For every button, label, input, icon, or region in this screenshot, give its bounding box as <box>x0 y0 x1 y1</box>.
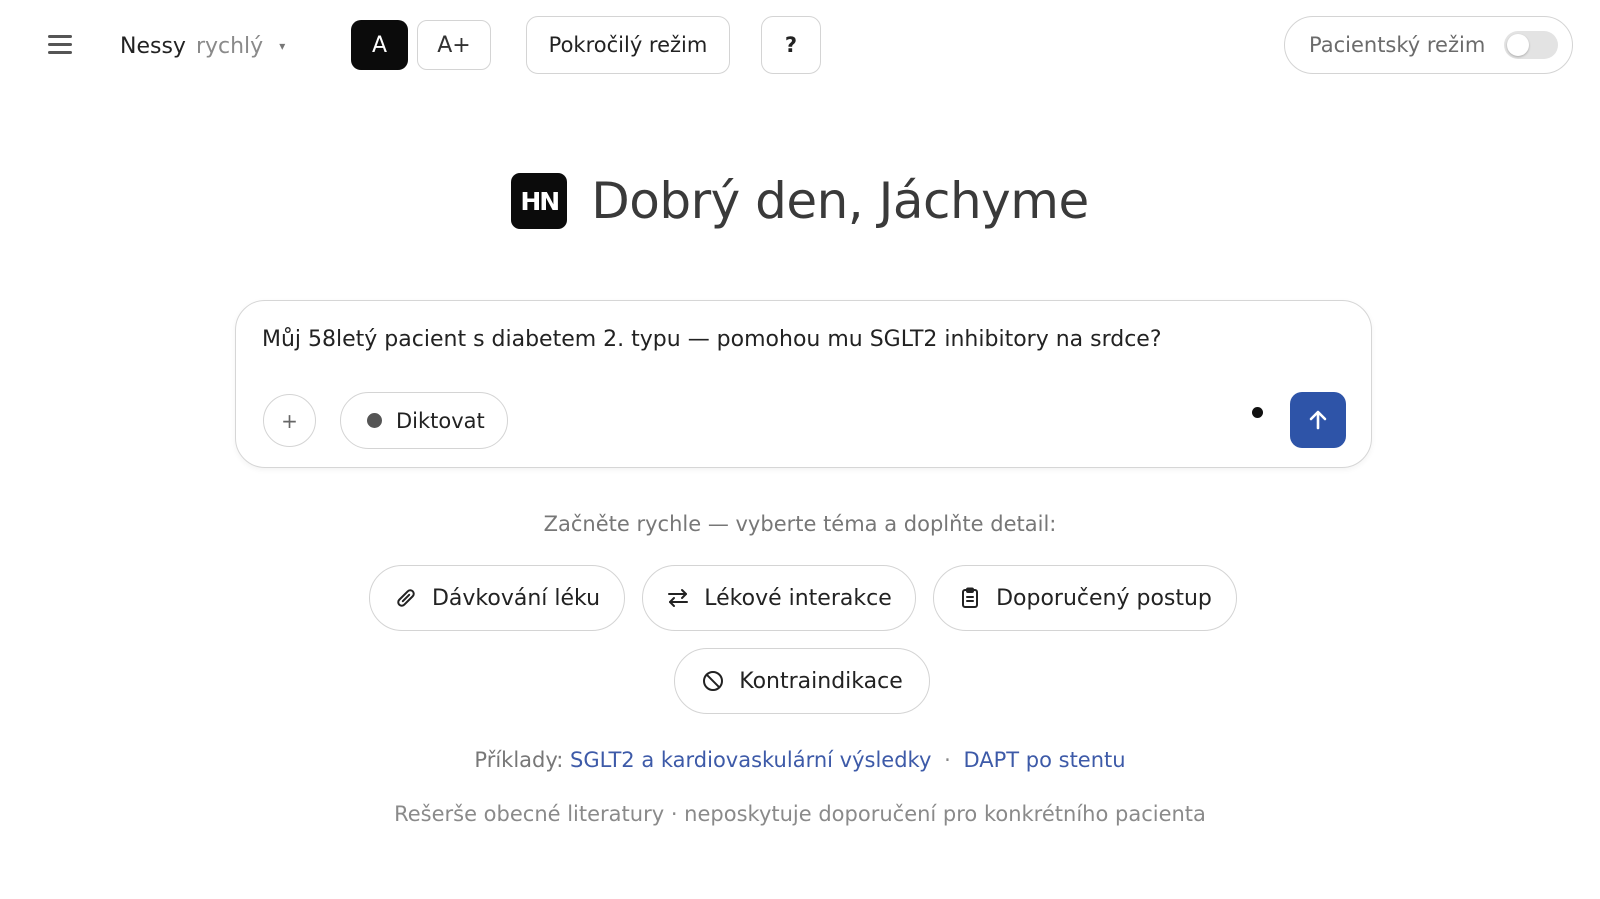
model-variant: rychlý <box>195 33 264 59</box>
model-selector[interactable]: Nessy rychlý ▾ <box>120 30 285 62</box>
patient-mode-toggle[interactable]: Pacientský režim <box>1284 16 1573 74</box>
font-size-normal-button[interactable]: A <box>351 20 408 70</box>
quick-start-hint: Začněte rychle — vyberte téma a doplňte … <box>543 512 1057 536</box>
chip-drug-interactions[interactable]: Lékové interakce <box>642 565 916 631</box>
message-input[interactable] <box>262 327 1342 352</box>
toggle-knob <box>1507 34 1529 56</box>
message-composer: + Diktovat <box>235 300 1372 468</box>
chip-label: Kontraindikace <box>739 668 903 694</box>
arrow-up-icon <box>1309 410 1327 430</box>
send-button[interactable] <box>1290 392 1346 448</box>
model-name: Nessy <box>120 33 186 59</box>
logo-text: HN <box>520 186 560 216</box>
top-bar: Nessy rychlý ▾ A A+ Pokročilý režim ? Pa… <box>0 0 1600 92</box>
example-link-sglt2[interactable]: SGLT2 a kardiovaskulární výsledky <box>570 748 931 772</box>
chip-label: Lékové interakce <box>704 585 892 611</box>
chip-contraindications[interactable]: Kontraindikace <box>674 648 930 714</box>
attach-button[interactable]: + <box>263 394 316 447</box>
record-dot-icon <box>367 413 382 428</box>
example-link-dapt[interactable]: DAPT po stentu <box>963 748 1125 772</box>
brand-logo: HN <box>511 173 568 229</box>
prohibited-icon <box>703 671 724 691</box>
greeting-title: Dobrý den, Jáchyme <box>591 172 1089 230</box>
greeting: HN Dobrý den, Jáchyme <box>0 172 1600 230</box>
examples-separator: · <box>944 748 951 772</box>
chip-label: Doporučený postup <box>996 585 1212 611</box>
swap-arrows-icon <box>668 589 689 607</box>
toggle-switch[interactable] <box>1504 31 1558 59</box>
status-indicator <box>1252 407 1263 418</box>
help-button[interactable]: ? <box>761 16 821 74</box>
font-size-large-button[interactable]: A+ <box>417 20 491 70</box>
chevron-down-icon: ▾ <box>279 39 286 53</box>
patient-mode-label: Pacientský režim <box>1309 33 1486 57</box>
clipboard-icon <box>962 587 979 608</box>
pill-icon <box>397 589 415 607</box>
chip-label: Dávkování léku <box>431 585 601 611</box>
plus-icon: + <box>281 408 298 433</box>
advanced-mode-button[interactable]: Pokročilý režim <box>526 16 730 74</box>
disclaimer: Rešerše obecné literatury · neposkytuje … <box>394 802 1206 826</box>
dictate-label: Diktovat <box>396 408 485 433</box>
hamburger-menu-icon[interactable] <box>44 30 76 60</box>
chip-recommended-procedure[interactable]: Doporučený postup <box>933 565 1237 631</box>
examples-row: Příklady: SGLT2 a kardiovaskulární výsle… <box>0 748 1600 772</box>
examples-label: Příklady: <box>474 748 564 772</box>
dictate-button[interactable]: Diktovat <box>340 392 508 449</box>
chip-drug-dosing[interactable]: Dávkování léku <box>369 565 625 631</box>
